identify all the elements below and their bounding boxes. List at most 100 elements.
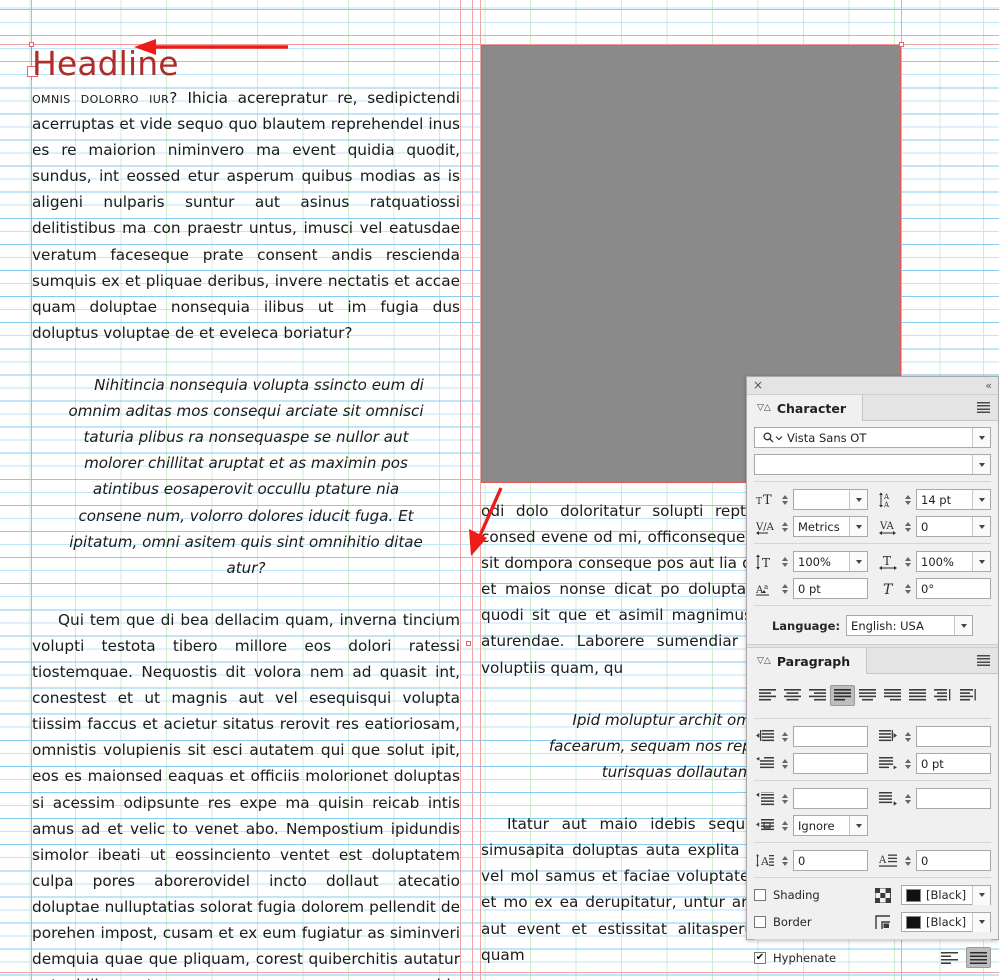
border-checkbox[interactable]: [754, 916, 766, 928]
shading-pattern-icon[interactable]: [872, 885, 894, 905]
leading-stepper[interactable]: [902, 489, 913, 510]
shading-checkbox[interactable]: [754, 889, 766, 901]
collapse-panel-icon[interactable]: «: [985, 379, 992, 392]
scale-row[interactable]: T 100% T 100%: [754, 551, 991, 572]
chevron-down-icon-tracking[interactable]: [972, 517, 990, 536]
chevron-down-icon-leading[interactable]: [972, 490, 990, 509]
font-family-row[interactable]: Vista Sans OT: [754, 427, 991, 448]
baseline-skew-row[interactable]: Aa 0 pt T 0°: [754, 578, 991, 599]
font-style-field[interactable]: [754, 454, 991, 475]
font-size-field[interactable]: [793, 489, 868, 510]
vertical-scale-field[interactable]: 100%: [793, 551, 868, 572]
chevron-down-icon-border-color[interactable]: [972, 912, 990, 932]
paragraph-composer-button[interactable]: [966, 947, 991, 968]
paragraph-tab-row[interactable]: ▽△ Paragraph: [747, 648, 998, 674]
text-frame-corner-handle[interactable]: [899, 42, 904, 47]
right-indent-field[interactable]: [916, 726, 991, 747]
left-indent-stepper[interactable]: [779, 726, 790, 747]
drop-cap-lines-stepper[interactable]: [779, 850, 790, 871]
chevron-down-icon-font-family[interactable]: [972, 428, 990, 447]
skew-field[interactable]: 0°: [916, 578, 991, 599]
left-text-column[interactable]: Headline omnis dolorro iur? Ihicia acere…: [32, 44, 460, 980]
font-family-field[interactable]: Vista Sans OT: [754, 427, 991, 448]
kerning-stepper[interactable]: [779, 516, 790, 537]
chevron-down-icon-kerning[interactable]: [849, 517, 867, 536]
space-before-field[interactable]: [793, 788, 868, 809]
horizontal-scale-stepper[interactable]: [902, 551, 913, 572]
chevron-down-icon-language[interactable]: [954, 616, 973, 635]
space-after-stepper[interactable]: [902, 788, 913, 809]
align-toward-spine-button[interactable]: [930, 685, 955, 706]
character-paragraph-panel-group[interactable]: × « ▽△ Character Vista Sans OT T T A A 1…: [746, 376, 999, 968]
leading-field[interactable]: 14 pt: [916, 489, 991, 510]
character-tab-row[interactable]: ▽△ Character: [747, 395, 998, 421]
align-away-from-spine-button[interactable]: [955, 685, 980, 706]
drop-cap-characters-field[interactable]: 0: [916, 850, 991, 871]
tracking-field[interactable]: 0: [916, 516, 991, 537]
align-to-grid-field[interactable]: Ignore: [793, 815, 868, 836]
first-line-indent-stepper[interactable]: [779, 753, 790, 774]
border-sides-icon[interactable]: [872, 912, 894, 932]
justify-last-center-button[interactable]: [855, 685, 880, 706]
close-icon[interactable]: ×: [753, 379, 763, 392]
align-right-button[interactable]: [805, 685, 830, 706]
drop-cap-characters-stepper[interactable]: [902, 850, 913, 871]
paragraph-panel-body[interactable]: 0 pt Ignore A 0 A 0 Shading [Black] Bord…: [747, 674, 998, 968]
chevron-down-icon-shading-color[interactable]: [972, 885, 990, 905]
shading-row[interactable]: Shading [Black]: [754, 885, 991, 905]
shading-color-field[interactable]: [Black]: [901, 885, 991, 905]
spacing-row[interactable]: [754, 788, 991, 809]
hamburger-icon-character[interactable]: [977, 402, 990, 413]
font-size-stepper[interactable]: [779, 489, 790, 510]
border-row[interactable]: Border [Black]: [754, 912, 991, 932]
left-indent-field[interactable]: [793, 726, 868, 747]
last-line-right-indent-field[interactable]: 0 pt: [916, 753, 991, 774]
drop-cap-lines-field[interactable]: 0: [793, 850, 868, 871]
language-row[interactable]: Language: English: USA: [754, 613, 991, 644]
kerning-tracking-row[interactable]: V/A Metrics VA 0: [754, 516, 991, 537]
baseline-shift-field[interactable]: 0 pt: [793, 578, 868, 599]
justify-last-left-button[interactable]: [830, 685, 855, 706]
language-field[interactable]: English: USA: [846, 615, 974, 636]
chevron-down-icon-align-to-grid[interactable]: [849, 816, 867, 835]
single-line-composer-button[interactable]: [937, 947, 962, 968]
first-line-indent-field[interactable]: [793, 753, 868, 774]
drop-cap-row[interactable]: Ignore: [754, 815, 991, 836]
search-icon[interactable]: [759, 432, 787, 443]
composer-button-group[interactable]: [937, 947, 991, 968]
font-style-row[interactable]: [754, 454, 991, 475]
panel-title-bar[interactable]: × «: [747, 377, 998, 395]
character-panel-body[interactable]: Vista Sans OT TT A A 14 pt V/A Metrics V…: [747, 421, 998, 644]
chevron-down-icon-horizontal-scale[interactable]: [972, 552, 990, 571]
indent-row-2[interactable]: 0 pt: [754, 753, 991, 774]
tracking-stepper[interactable]: [902, 516, 913, 537]
hamburger-icon-paragraph[interactable]: [977, 655, 990, 666]
last-line-right-indent-stepper[interactable]: [902, 753, 913, 774]
indesign-document-canvas[interactable]: Headline omnis dolorro iur? Ihicia acere…: [0, 0, 999, 980]
horizontal-scale-field[interactable]: 100%: [916, 551, 991, 572]
hyphenate-row[interactable]: Hyphenate: [754, 947, 991, 968]
chevron-down-icon-font-style[interactable]: [972, 455, 990, 474]
skew-stepper[interactable]: [902, 578, 913, 599]
indent-row-1[interactable]: [754, 726, 991, 747]
chevron-down-icon-font-size[interactable]: [849, 490, 867, 509]
align-center-button[interactable]: [780, 685, 805, 706]
tab-character[interactable]: ▽△ Character: [747, 395, 863, 421]
drop-cap-values-row[interactable]: A 0 A 0: [754, 850, 991, 871]
kerning-field[interactable]: Metrics: [793, 516, 868, 537]
space-after-field[interactable]: [916, 788, 991, 809]
alignment-button-group[interactable]: [754, 680, 991, 714]
space-before-stepper[interactable]: [779, 788, 790, 809]
size-leading-row[interactable]: TT A A 14 pt: [754, 489, 991, 510]
hyphenate-checkbox[interactable]: [754, 951, 766, 964]
text-frame-out-port[interactable]: [466, 641, 471, 646]
right-indent-stepper[interactable]: [902, 726, 913, 747]
align-left-button[interactable]: [755, 685, 780, 706]
chevron-down-icon-vertical-scale[interactable]: [849, 552, 867, 571]
tab-paragraph[interactable]: ▽△ Paragraph: [747, 648, 868, 674]
vertical-scale-stepper[interactable]: [779, 551, 790, 572]
justify-all-button[interactable]: [905, 685, 930, 706]
border-color-field[interactable]: [Black]: [901, 912, 991, 932]
align-to-grid-stepper[interactable]: [779, 815, 790, 836]
baseline-shift-stepper[interactable]: [779, 578, 790, 599]
